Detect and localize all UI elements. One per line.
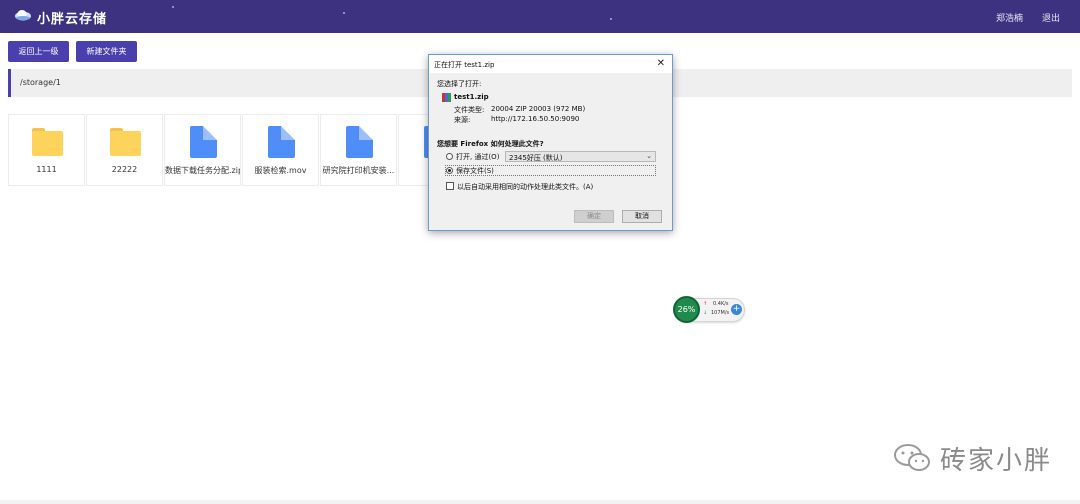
file-item-folder[interactable]: 22222 [86,114,163,186]
upload-arrow-icon: ↑ [703,301,708,307]
cancel-button[interactable]: 取消 [622,210,662,223]
folder-icon [32,128,63,156]
file-name: 服装检索.mov [254,166,307,175]
open-with-select[interactable]: 2345好压 (默认) ⌄ [505,151,656,162]
top-bar: 小胖云存储 郑浩楠 退出 [0,0,1080,33]
decor-star [172,6,174,8]
logout-link[interactable]: 退出 [1042,11,1060,24]
open-with-app: 2345好压 (默认) [509,154,563,162]
file-type-value: 20004 ZIP 20003 (972 MB) [491,105,586,113]
app-title: 小胖云存储 [37,12,108,27]
upload-speed: 0.4K/s [713,301,729,307]
back-button[interactable]: 返回上一级 [8,41,69,62]
wechat-icon [894,444,930,471]
open-file-dialog: 正在打开 test1.zip ✕ 您选择了打开: test1.zip 文件类型:… [428,54,673,231]
download-speed: 107M/s [711,310,730,316]
chevron-down-icon: ⌄ [646,152,652,160]
close-icon[interactable]: ✕ [657,58,665,69]
document-icon [188,126,219,158]
bottom-divider [0,500,1080,504]
file-item-folder[interactable]: 1111 [8,114,85,186]
dialog-title: 正在打开 test1.zip [434,61,495,69]
plus-icon[interactable]: + [731,304,742,315]
document-icon [266,126,297,158]
source-label: 来源: [454,116,471,124]
dialog-filename: test1.zip [454,93,489,101]
current-path: /storage/1 [20,78,61,87]
download-arrow-icon: ↓ [703,310,708,316]
save-file-label[interactable]: 保存文件(S) [456,166,494,176]
source-value: http://172.16.50.50:9090 [491,115,580,123]
file-name: 数据下载任务分配.zip [165,166,240,175]
new-folder-button[interactable]: 新建文件夹 [76,41,137,62]
cloud-icon [15,10,31,21]
file-name: 1111 [36,165,57,174]
document-icon [344,126,375,158]
dialog-intro: 您选择了打开: [437,80,482,88]
open-with-label[interactable]: 打开, 通过(O) [456,152,499,162]
decor-star [343,12,345,14]
open-with-radio[interactable] [446,153,453,160]
watermark-text: 砖家小胖 [940,446,1053,476]
dialog-question: 您想要 Firefox 如何处理此文件? [437,140,544,148]
user-name[interactable]: 郑浩楠 [996,11,1023,24]
file-item-file[interactable]: 数据下载任务分配.zip [164,114,241,186]
file-name: 22222 [111,165,138,174]
remember-label[interactable]: 以后自动采用相同的动作处理此类文件。(A) [457,182,593,192]
decor-star [610,18,612,20]
dialog-title-bar: 正在打开 test1.zip ✕ [429,55,672,73]
file-item-file[interactable]: 研究院打印机安装... [320,114,397,186]
ok-button[interactable]: 确定 [574,210,614,223]
speed-percent[interactable]: 26% [673,296,700,323]
zip-file-icon [442,93,451,102]
folder-icon [110,128,141,156]
save-file-radio[interactable] [446,167,453,174]
file-name: 研究院打印机安装... [322,166,395,175]
file-type-label: 文件类型: [454,106,485,114]
remember-checkbox[interactable] [446,182,454,190]
file-item-file[interactable]: 服装检索.mov [242,114,319,186]
